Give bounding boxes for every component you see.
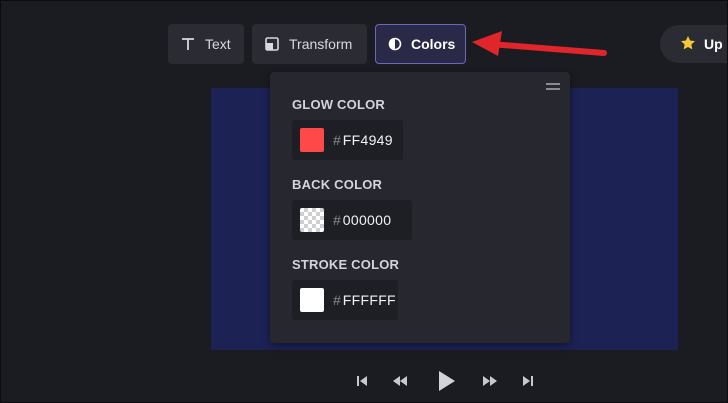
hash-symbol: # xyxy=(333,212,341,228)
stroke-color-label: STROKE COLOR xyxy=(292,257,400,272)
upgrade-button[interactable]: Up xyxy=(660,25,728,63)
upgrade-label: Up xyxy=(704,36,723,52)
glow-color-field[interactable]: # FF4949 xyxy=(292,120,403,160)
colors-panel: GLOW COLOR # FF4949 BACK COLOR # 000000 … xyxy=(270,72,570,343)
glow-color-label: GLOW COLOR xyxy=(292,97,385,112)
skip-end-icon[interactable] xyxy=(520,373,536,389)
text-icon xyxy=(180,36,196,52)
drag-handle-icon[interactable] xyxy=(546,83,560,91)
transform-tool-label: Transform xyxy=(289,36,353,52)
annotation-arrow xyxy=(472,31,607,56)
stroke-color-field[interactable]: # FFFFFF xyxy=(292,280,398,320)
glow-color-swatch[interactable] xyxy=(300,128,324,152)
text-tool-label: Text xyxy=(205,36,231,52)
transform-icon xyxy=(264,36,280,52)
hash-symbol: # xyxy=(333,132,341,148)
colors-tool-button[interactable]: Colors xyxy=(375,24,466,64)
colors-tool-label: Colors xyxy=(411,36,456,52)
skip-start-icon[interactable] xyxy=(354,373,370,389)
back-color-swatch[interactable] xyxy=(300,208,324,232)
transform-tool-button[interactable]: Transform xyxy=(252,24,367,64)
play-icon[interactable] xyxy=(436,368,458,394)
stroke-color-swatch[interactable] xyxy=(300,288,324,312)
fast-forward-icon[interactable] xyxy=(481,373,499,389)
back-color-value[interactable]: 000000 xyxy=(343,212,392,228)
contrast-icon xyxy=(388,36,402,52)
glow-color-value[interactable]: FF4949 xyxy=(343,132,393,148)
star-icon xyxy=(680,35,696,54)
back-color-label: BACK COLOR xyxy=(292,177,383,192)
back-color-field[interactable]: # 000000 xyxy=(292,200,412,240)
hash-symbol: # xyxy=(333,292,341,308)
text-tool-button[interactable]: Text xyxy=(168,24,244,64)
stroke-color-value[interactable]: FFFFFF xyxy=(343,292,396,308)
rewind-icon[interactable] xyxy=(391,373,409,389)
